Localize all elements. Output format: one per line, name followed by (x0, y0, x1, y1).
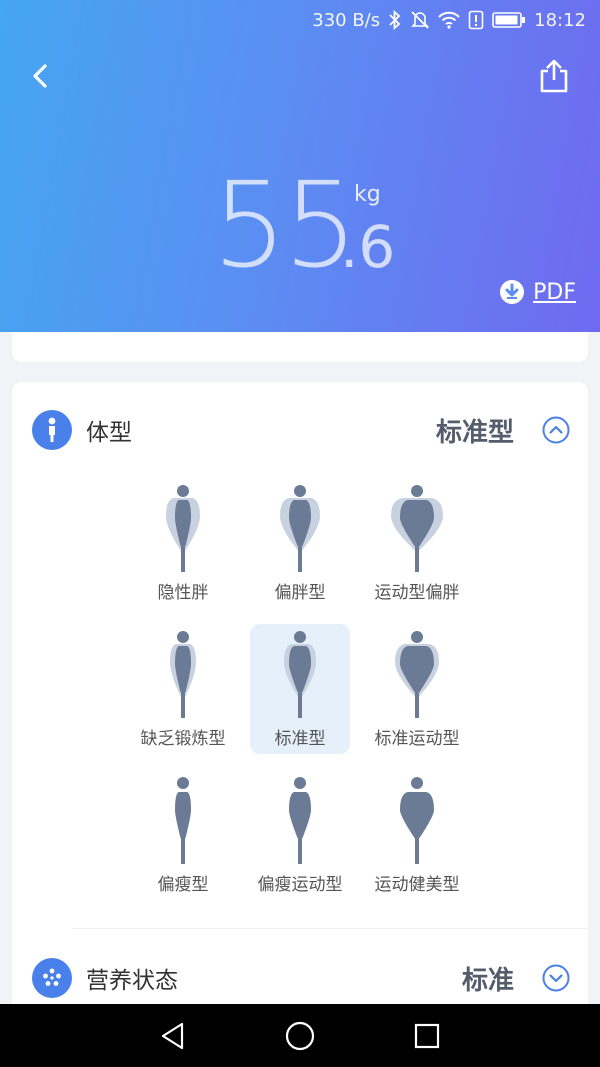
person-icon (32, 410, 72, 450)
expand-button[interactable] (542, 964, 570, 992)
weight-decimal: .6 (340, 213, 396, 281)
body-type-option[interactable]: 偏瘦型 (133, 770, 233, 900)
body-silhouette-icon (170, 631, 196, 718)
triangle-back-icon (162, 1022, 184, 1049)
body-type-option[interactable]: 标准型 (250, 624, 350, 754)
net-speed: 330 B/s (312, 9, 381, 31)
body-type-option[interactable]: 偏瘦运动型 (250, 770, 350, 900)
chevron-down-icon (542, 964, 570, 992)
body-type-title: 体型 (86, 420, 132, 446)
download-icon (500, 280, 525, 304)
nutrition-header[interactable]: 营养状态 标准 (12, 948, 588, 1008)
body-type-card: 体型 标准型 隐性胖 偏胖型 运动型偏胖 缺乏锻炼型 标准型 标准运动型 偏瘦型 偏瘦运动型运… (12, 382, 588, 1022)
body-silhouette-icon (284, 631, 316, 718)
body-type-header[interactable]: 体型 标准型 (12, 400, 588, 460)
body-type-option[interactable]: 运动型偏胖 (367, 478, 467, 608)
square-recents-icon (414, 1023, 439, 1048)
body-silhouette-icon (391, 485, 443, 572)
body-type-option[interactable]: 标准运动型 (367, 624, 467, 754)
header: 330 B/s 18:12 55 kg .6 PDF (0, 0, 600, 332)
body-type-value: 标准型 (435, 417, 514, 448)
bluetooth-icon (388, 10, 402, 30)
clock: 18:12 (534, 9, 586, 31)
share-icon (540, 59, 568, 93)
collapse-button[interactable] (542, 416, 570, 444)
body-type-label: 标准运动型 (374, 729, 460, 749)
battery-icon (492, 11, 526, 29)
body-silhouette-icon (175, 777, 191, 864)
body-silhouette-icon (289, 777, 311, 864)
body-type-label: 运动健美型 (374, 875, 460, 895)
pdf-download-button[interactable]: PDF (499, 276, 576, 308)
mute-icon (410, 10, 430, 30)
nav-home-button[interactable] (280, 1016, 320, 1056)
system-nav-bar (0, 1004, 600, 1067)
nutrition-icon (32, 958, 72, 998)
body-type-option[interactable]: 运动健美型 (367, 770, 467, 900)
nutrition-value: 标准 (461, 965, 514, 996)
wifi-icon (438, 11, 460, 29)
weight-integer: 55 (212, 156, 358, 294)
share-button[interactable] (534, 56, 574, 96)
body-silhouette-icon (166, 485, 200, 572)
body-silhouette-icon (400, 777, 434, 864)
divider (72, 928, 588, 929)
weight-unit: kg (354, 182, 381, 207)
back-button[interactable] (22, 58, 58, 94)
body-type-option[interactable]: 缺乏锻炼型 (133, 624, 233, 754)
body-silhouette-icon (395, 631, 439, 718)
alert-icon (468, 10, 484, 30)
circle-home-icon (285, 1021, 315, 1050)
pdf-label: PDF (533, 279, 576, 305)
nutrition-title: 营养状态 (86, 968, 178, 994)
weight-display: 55 kg .6 (212, 160, 412, 290)
body-type-label: 运动型偏胖 (374, 583, 460, 603)
body-type-option[interactable]: 偏胖型 (250, 478, 350, 608)
previous-card-bottom (12, 332, 588, 362)
nav-recents-button[interactable] (407, 1016, 447, 1056)
body-type-option[interactable]: 隐性胖 (133, 478, 233, 608)
chevron-up-icon (542, 416, 570, 444)
chevron-left-icon (33, 64, 47, 88)
nav-back-button[interactable] (153, 1016, 193, 1056)
body-silhouette-icon (280, 485, 320, 572)
status-bar: 330 B/s 18:12 (0, 0, 600, 40)
